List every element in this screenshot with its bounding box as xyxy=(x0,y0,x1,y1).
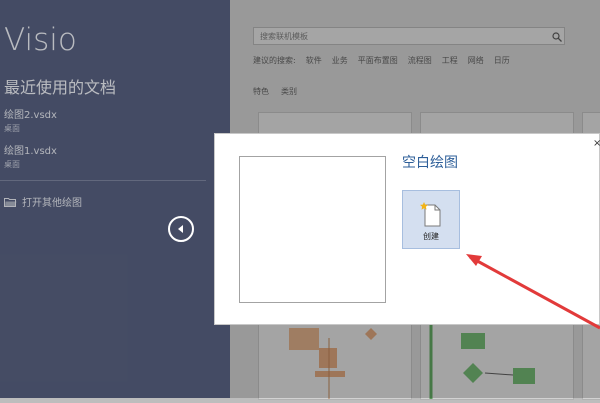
blank-drawing-dialog: × 空白绘图 创建 xyxy=(214,133,600,325)
create-label: 创建 xyxy=(423,232,439,241)
close-icon[interactable]: × xyxy=(593,138,600,149)
blank-drawing-preview xyxy=(239,156,386,303)
new-document-icon xyxy=(420,202,441,227)
dialog-title: 空白绘图 xyxy=(402,155,458,171)
chevron-left-icon xyxy=(178,225,183,233)
create-button[interactable]: 创建 xyxy=(402,190,460,249)
back-button[interactable] xyxy=(168,216,194,242)
